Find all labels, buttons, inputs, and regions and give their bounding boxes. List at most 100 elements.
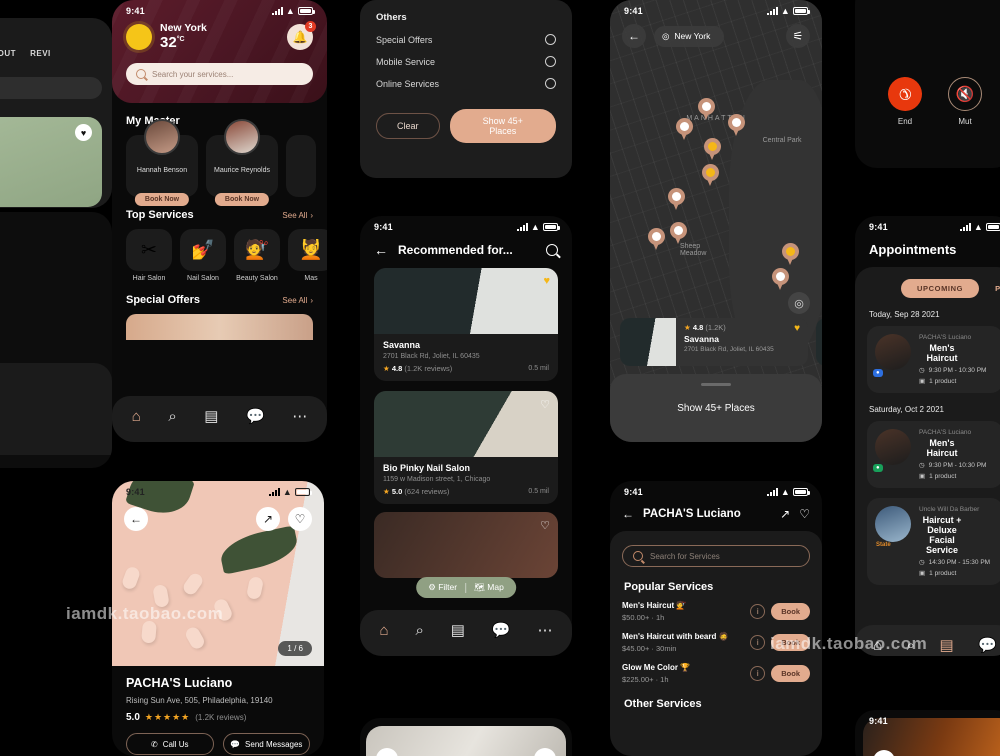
book-button[interactable]: Book xyxy=(771,603,810,620)
appointment-card[interactable]: State Uncle Will Da Barber Haircut + Del… xyxy=(867,498,1000,585)
tab-home[interactable]: ⌂ xyxy=(873,638,882,653)
filter-option[interactable]: Special Offers xyxy=(360,23,572,45)
map-pin[interactable] xyxy=(676,118,693,140)
radio-icon[interactable] xyxy=(545,34,556,45)
map-pin[interactable] xyxy=(698,98,715,120)
service-category[interactable]: 💇 Beauty Salon xyxy=(234,229,280,282)
favorite-icon[interactable]: ♡ xyxy=(288,507,312,531)
filter-option[interactable]: Mobile Service xyxy=(360,45,572,67)
favorite-icon[interactable]: ♡ xyxy=(540,519,550,532)
map-pin[interactable] xyxy=(668,188,685,210)
favorite-icon[interactable]: ♥ xyxy=(543,275,550,287)
book-button[interactable]: Book xyxy=(771,665,810,682)
filter-option[interactable]: Online Services xyxy=(360,67,572,89)
photo-toolbar: ← ↗ ♡ xyxy=(112,507,324,531)
back-arrow-icon[interactable]: ← xyxy=(124,507,148,531)
info-icon[interactable]: i xyxy=(750,604,766,619)
show-places-button[interactable]: Show 45+ Places xyxy=(449,109,556,143)
master-card[interactable] xyxy=(286,135,316,197)
city-selector[interactable]: ◎ New York xyxy=(654,25,725,47)
tab-chat[interactable]: 💬 xyxy=(492,623,511,638)
master-card[interactable]: Hannah Benson Book Now xyxy=(126,119,198,206)
map-pin-selected[interactable] xyxy=(782,243,799,265)
share-icon[interactable]: ↗ xyxy=(780,507,790,521)
radio-icon[interactable] xyxy=(545,56,556,67)
tab-search[interactable]: ⌕ xyxy=(907,638,915,653)
filter-icon[interactable]: ⚟ xyxy=(786,24,810,48)
map-place-card[interactable]: ★ 4.8 (1.2K) Savanna 2701 Black Rd, Joli… xyxy=(620,318,808,366)
tab-more[interactable]: ⋯ xyxy=(537,623,552,638)
place-card[interactable]: ♥ Savanna 2701 Black Rd, Joliet, IL 6043… xyxy=(374,268,558,381)
tab-past[interactable]: PAST xyxy=(995,284,1000,293)
favorite-icon[interactable]: ♡ xyxy=(799,507,810,521)
map-button[interactable]: 🗺 Map xyxy=(474,582,504,593)
info-icon[interactable]: i xyxy=(750,635,766,650)
place-card[interactable]: ♡ Bio Pinky Nail Salon 1159 w Madison st… xyxy=(374,391,558,504)
share-icon[interactable]: ↗ xyxy=(534,748,556,756)
clear-button[interactable]: Clear xyxy=(376,113,440,139)
info-icon[interactable]: i xyxy=(750,666,766,681)
tab-chat[interactable]: 💬 xyxy=(246,409,265,424)
gallery-image[interactable]: ← ↗ xyxy=(366,726,566,756)
mute-control[interactable]: 🔇 Mut xyxy=(948,77,982,126)
see-all-link[interactable]: See All › xyxy=(282,296,313,305)
tab-reviews[interactable]: REVI xyxy=(30,49,51,58)
end-call-control[interactable]: ✆ End xyxy=(880,69,930,126)
map-pin[interactable] xyxy=(772,268,789,290)
search-icon[interactable] xyxy=(546,244,558,256)
map-place-card[interactable] xyxy=(816,318,822,366)
book-now-button[interactable]: Book Now xyxy=(214,193,270,206)
send-messages-button[interactable]: 💬 Send Messages xyxy=(222,733,310,755)
salon-photo[interactable]: 9:41 ▲ ← ↗ ♡ 1 / 6 xyxy=(112,481,324,666)
map-pin[interactable] xyxy=(648,228,665,250)
appointment-card[interactable]: ● PACHA'S Luciano Men's Haircut ◷ 9:30 PM… xyxy=(867,326,1000,393)
tab-chat[interactable]: 💬 xyxy=(978,638,997,653)
service-category[interactable]: 💆 Mas xyxy=(288,229,327,282)
drag-handle[interactable] xyxy=(701,383,731,386)
search-input[interactable]: Search your services... xyxy=(126,63,313,85)
map-pin[interactable] xyxy=(728,114,745,136)
tab-calendar[interactable]: ▤ xyxy=(204,409,218,424)
see-all-link[interactable]: See All › xyxy=(282,211,313,220)
service-category[interactable]: 💅 Nail Salon xyxy=(180,229,226,282)
services-search-input[interactable]: Search for Services xyxy=(622,545,810,567)
map-pin-selected[interactable] xyxy=(704,138,721,160)
favorite-icon[interactable]: ♥ xyxy=(794,323,800,334)
back-arrow-icon[interactable]: ← xyxy=(622,24,646,48)
map-pin[interactable] xyxy=(670,222,687,244)
map-pin-selected[interactable] xyxy=(702,164,719,186)
mute-icon[interactable]: 🔇 xyxy=(948,77,982,111)
booking-calendar-partial-screen: FR SA 6 7 13 14 20 21 27 28 Afternoon xyxy=(0,212,112,468)
tab-search[interactable]: ⌕ xyxy=(168,409,176,424)
back-arrow-icon[interactable]: ← xyxy=(376,748,398,756)
end-call-icon[interactable]: ✆ xyxy=(880,69,930,119)
show-places-sheet[interactable]: Show 45+ Places xyxy=(610,374,822,442)
tab-search[interactable]: ⌕ xyxy=(415,623,423,638)
special-offer-card[interactable] xyxy=(126,314,313,340)
tab-home[interactable]: ⌂ xyxy=(132,409,141,424)
service-category[interactable]: ✂ Hair Salon xyxy=(126,229,172,282)
master-card[interactable]: Maurice Reynolds Book Now xyxy=(206,119,278,206)
back-arrow-icon[interactable]: ← xyxy=(374,242,388,258)
filter-button[interactable]: ⚙ Filter xyxy=(428,582,457,593)
tab-calendar[interactable]: ▤ xyxy=(451,623,465,638)
locate-me-button[interactable]: ◎ xyxy=(788,292,810,314)
share-icon[interactable]: ↗ xyxy=(256,507,280,531)
product-card[interactable]: ♥ xyxy=(0,117,102,207)
back-arrow-icon[interactable]: ← xyxy=(622,507,634,521)
appointment-card[interactable]: ● PACHA'S Luciano Men's Haircut ◷ 9:30 PM… xyxy=(867,421,1000,488)
book-button[interactable]: Book xyxy=(771,634,810,651)
favorite-icon[interactable]: ♥ xyxy=(75,124,92,141)
call-us-button[interactable]: ✆ Call Us xyxy=(126,733,214,755)
tab-home[interactable]: ⌂ xyxy=(379,623,388,638)
favorite-icon[interactable]: ♡ xyxy=(540,398,550,411)
place-card[interactable]: ♡ xyxy=(374,512,558,578)
tab-upcoming[interactable]: UPCOMING xyxy=(901,279,980,298)
notification-bell-button[interactable]: 🔔 3 xyxy=(287,20,316,50)
tab-calendar[interactable]: ▤ xyxy=(939,638,953,653)
tab-more[interactable]: ⋯ xyxy=(292,409,307,424)
product-search-input[interactable] xyxy=(0,77,102,99)
tab-about[interactable]: ABOUT xyxy=(0,49,16,58)
radio-icon[interactable] xyxy=(545,78,556,89)
book-now-button[interactable]: Book Now xyxy=(134,193,190,206)
